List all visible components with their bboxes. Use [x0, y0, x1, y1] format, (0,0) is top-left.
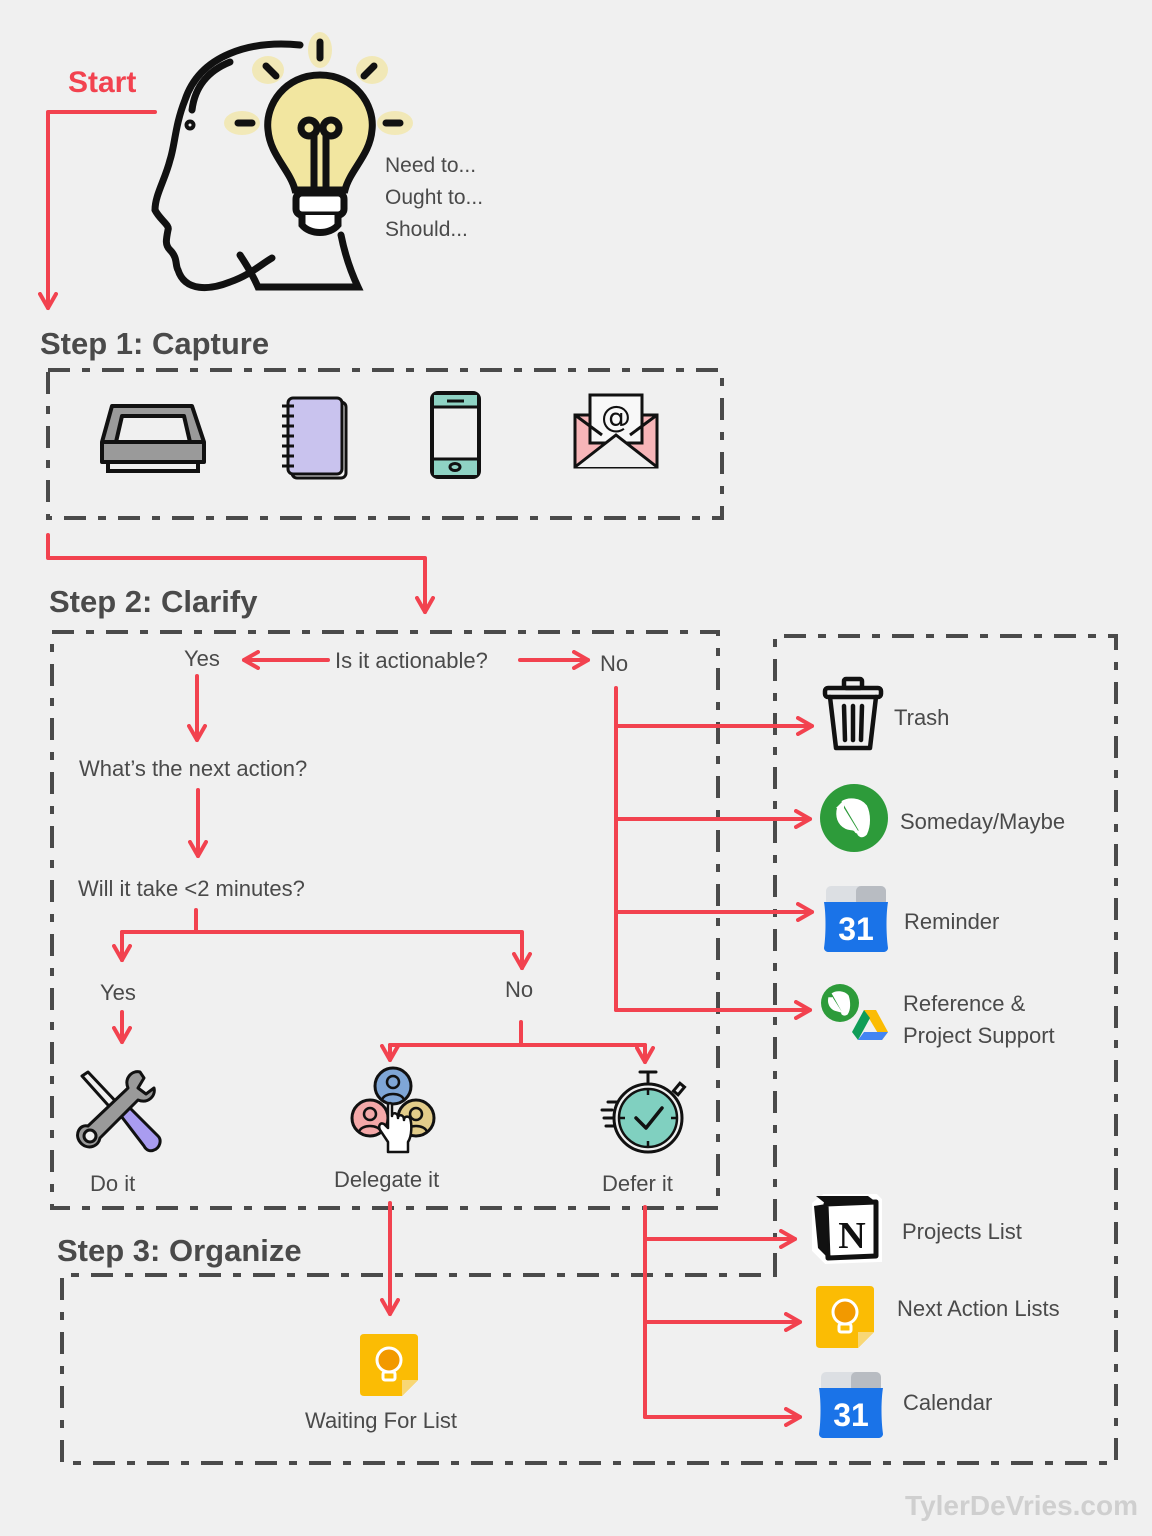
next-action-lists-label: Next Action Lists — [897, 1296, 1060, 1321]
reference-label: Reference & Project Support — [903, 988, 1055, 1052]
two-min-split — [120, 908, 524, 970]
waiting-for-label: Waiting For List — [305, 1408, 458, 1433]
step-3-title: Step 3: Organize — [57, 1233, 302, 1268]
stopwatch-icon — [600, 1070, 687, 1154]
someday-maybe-label: Someday/Maybe — [900, 809, 1066, 834]
calendar-label: Calendar — [903, 1390, 993, 1415]
defer-it-label: Defer it — [602, 1171, 673, 1196]
google-calendar-icon: 31 — [819, 1372, 883, 1438]
actionable-yes-label: Yes — [184, 646, 220, 671]
tools-icon — [76, 1070, 162, 1153]
calendar-day: 31 — [838, 911, 874, 947]
thought-line: Ought to... — [385, 186, 484, 209]
thought-bubble-text: Need to... Ought to... Should... — [385, 150, 483, 246]
actionable-no-label: No — [600, 651, 629, 676]
inbox-tray-icon — [100, 404, 206, 473]
calendar-day: 31 — [833, 1397, 869, 1433]
next-action-question: What’s the next action? — [79, 756, 308, 781]
two-minute-no-label: No — [505, 977, 534, 1002]
watermark: TylerDeVries.com — [905, 1490, 1138, 1521]
google-calendar-icon: 31 — [824, 886, 888, 952]
trash-icon — [822, 676, 884, 751]
thought-line: Should... — [385, 218, 468, 241]
two-minute-question: Will it take <2 minutes? — [78, 876, 305, 901]
smartphone-icon — [430, 391, 481, 479]
reminder-label: Reminder — [904, 909, 1000, 934]
start-label: Start — [68, 66, 137, 99]
google-keep-icon — [360, 1334, 418, 1396]
step-2-title: Step 2: Clarify — [49, 584, 258, 619]
reference-label-line-2: Project Support — [903, 1023, 1055, 1048]
actionable-question: Is it actionable? — [335, 648, 488, 673]
notion-icon: N — [812, 1194, 882, 1265]
evernote-google-drive-icon — [821, 984, 888, 1040]
google-keep-icon — [816, 1286, 874, 1348]
svg-text:N: N — [838, 1215, 865, 1257]
email-icon: @ — [573, 393, 659, 469]
evernote-icon — [820, 784, 888, 852]
do-it-label: Do it — [90, 1171, 136, 1196]
projects-list-label: Projects List — [902, 1219, 1022, 1244]
no-split — [388, 1020, 647, 1047]
start-arrow — [38, 110, 157, 310]
notebook-icon — [282, 396, 348, 480]
trash-label: Trash — [894, 705, 950, 730]
svg-text:@: @ — [601, 400, 631, 435]
two-minute-yes-label: Yes — [100, 980, 136, 1005]
delegate-it-label: Delegate it — [334, 1167, 440, 1192]
delegate-people-icon — [350, 1066, 436, 1154]
head-lightbulb-icon — [151, 32, 413, 292]
thought-line: Need to... — [385, 154, 477, 177]
reference-label-line-1: Reference & — [903, 991, 1026, 1016]
step-1-title: Step 1: Capture — [40, 326, 270, 361]
